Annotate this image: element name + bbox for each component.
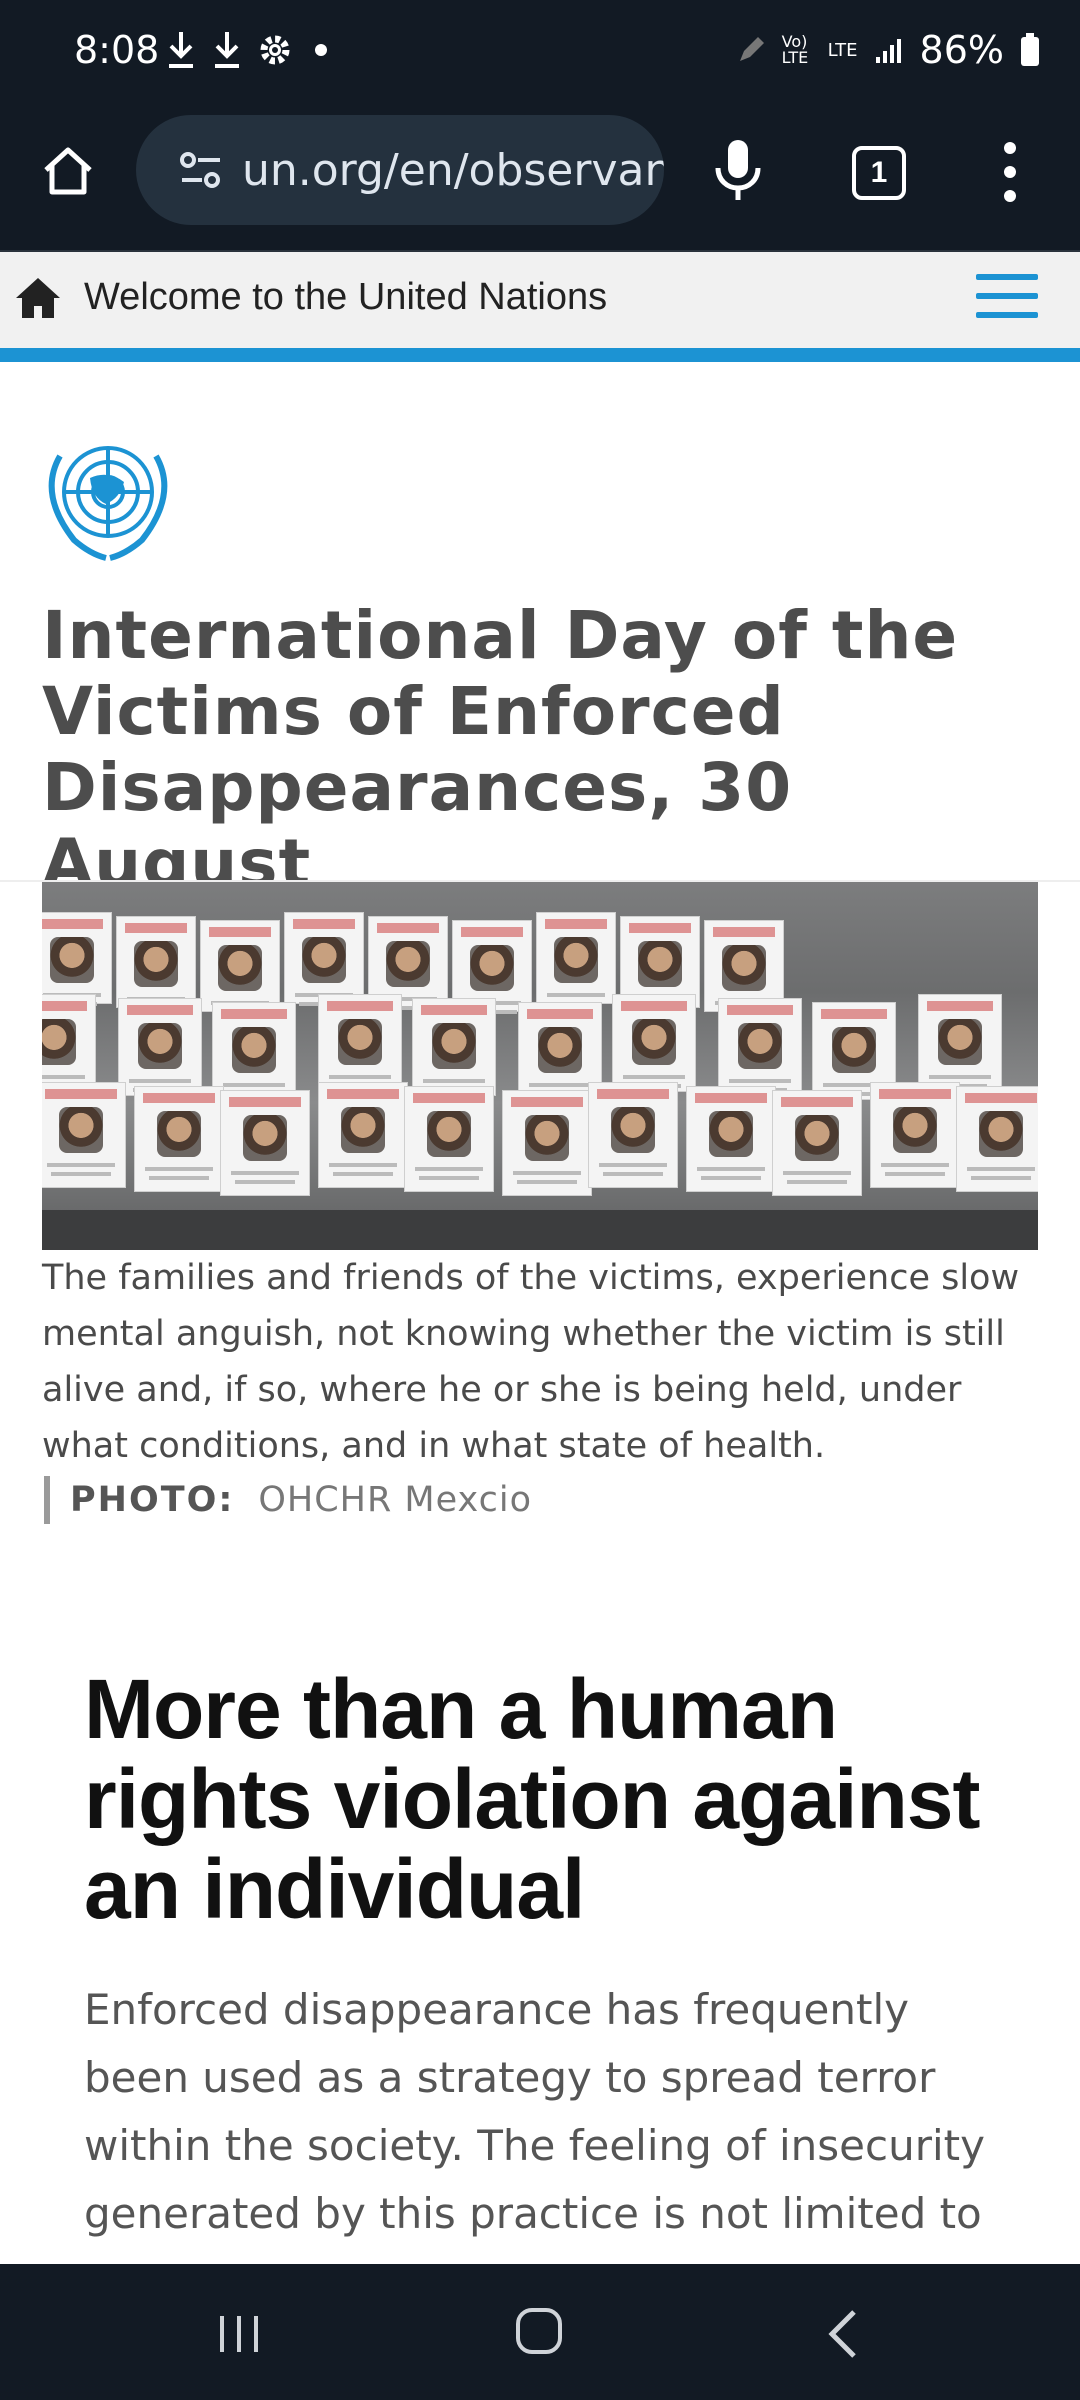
hamburger-menu-icon[interactable] [976, 274, 1038, 324]
recent-apps-icon[interactable] [214, 2314, 264, 2354]
battery-icon [1021, 33, 1039, 66]
system-icons: Vo) LTE LTE 86% [736, 28, 1040, 72]
pen-icon [739, 37, 764, 61]
browser-toolbar: un.org/en/observanc 1 [0, 110, 1080, 252]
site-header-title[interactable]: Welcome to the United Nations [84, 276, 607, 319]
poster-card [588, 1082, 678, 1188]
poster-card [772, 1090, 862, 1196]
poster-card [134, 1086, 224, 1192]
poster-card [212, 1002, 296, 1100]
site-home-icon[interactable] [14, 276, 62, 320]
poster-card [118, 998, 202, 1096]
poster-card [318, 994, 402, 1092]
poster-card [612, 994, 696, 1092]
battery-percent: 86% [919, 28, 1004, 72]
poster-card [686, 1086, 776, 1192]
photo-credit-value: OHCHR Mexcio [258, 1480, 532, 1520]
notification-icons [165, 30, 327, 70]
hero-photo [42, 882, 1038, 1250]
lte-indicator: LTE [827, 39, 858, 61]
signal-icon [875, 39, 901, 63]
poster-card [502, 1090, 592, 1196]
volte-indicator: Vo) LTE [781, 32, 809, 67]
poster-card [956, 1086, 1038, 1192]
notification-dot-icon [315, 44, 327, 56]
tab-switcher-button[interactable]: 1 [852, 146, 906, 200]
poster-card [42, 912, 112, 1006]
site-header: Welcome to the United Nations [0, 252, 1080, 362]
home-icon[interactable] [38, 140, 98, 200]
hero-ground [42, 1210, 1038, 1250]
poster-card [284, 912, 364, 1006]
poster-card [318, 1082, 408, 1188]
poster-card [536, 912, 616, 1006]
gear-icon [260, 35, 290, 65]
site-settings-icon[interactable] [176, 145, 226, 195]
poster-card [220, 1090, 310, 1196]
nav-home-button[interactable] [516, 2308, 562, 2354]
address-bar[interactable]: un.org/en/observanc [136, 115, 664, 225]
system-nav-bar [0, 2264, 1080, 2400]
status-time: 8:08 [74, 28, 160, 72]
status-bar: 8:08 Vo) LTE LTE 86% [0, 0, 1080, 110]
back-icon[interactable] [826, 2308, 858, 2360]
microphone-icon[interactable] [710, 138, 766, 202]
photo-credit-label: PHOTO: [70, 1480, 235, 1520]
poster-card [870, 1082, 960, 1188]
poster-card [42, 994, 96, 1092]
photo-caption: The families and friends of the victims,… [42, 1258, 1020, 1466]
download-icon [169, 32, 193, 68]
poster-card [200, 920, 280, 1014]
more-menu-icon[interactable] [996, 140, 1024, 204]
url-text: un.org/en/observanc [242, 144, 664, 196]
page-title: International Day of the Victims of Enfo… [42, 597, 959, 902]
section-heading: More than a human rights violation again… [84, 1662, 980, 1936]
poster-card [42, 1082, 126, 1188]
poster-card [718, 998, 802, 1096]
un-emblem-logo[interactable] [30, 432, 186, 564]
poster-card [116, 916, 196, 1010]
poster-card [918, 994, 1002, 1092]
download-icon [215, 32, 239, 68]
poster-card [412, 998, 496, 1096]
photo-credit: PHOTO: OHCHR Mexcio [44, 1476, 532, 1524]
poster-card [404, 1086, 494, 1192]
